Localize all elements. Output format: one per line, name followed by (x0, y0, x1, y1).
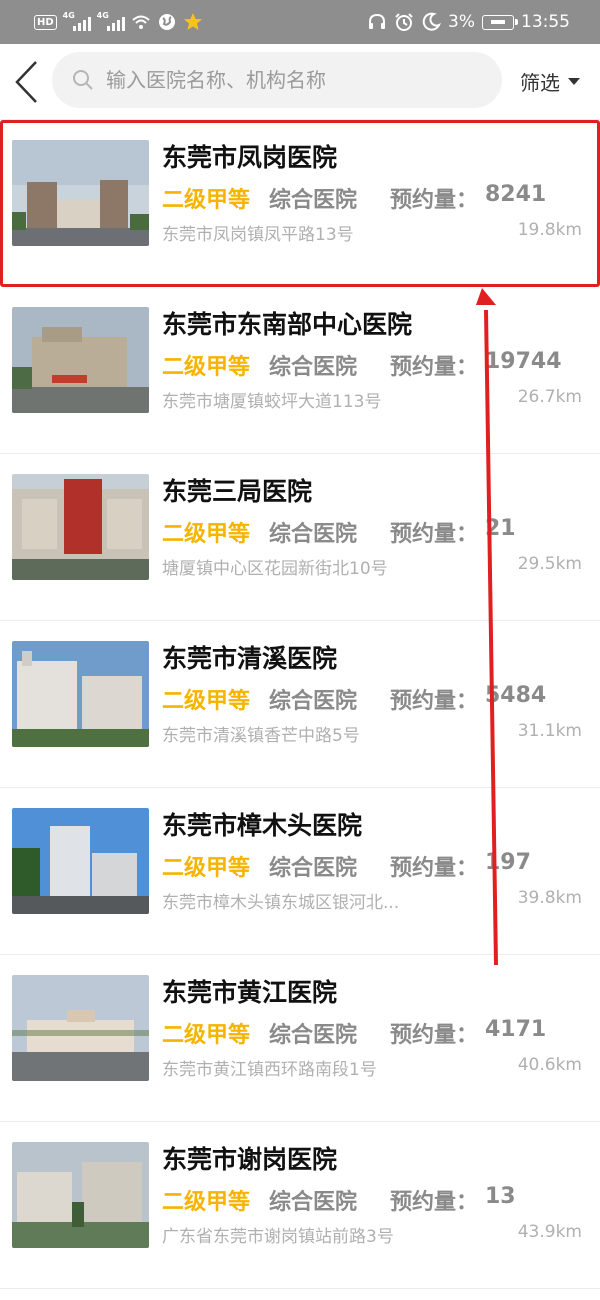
hospital-address: 广东省东莞市谢岗镇站前路3号 (162, 1227, 394, 1247)
network-type-label: 4G (62, 11, 75, 20)
hospital-grade: 二级甲等 (162, 188, 251, 213)
search-icon (73, 70, 93, 90)
hospital-distance: 43.9km (517, 1222, 582, 1242)
wifi-icon (132, 15, 150, 29)
appointment-volume: 21 (485, 516, 516, 541)
hospital-grade: 二级甲等 (162, 355, 251, 380)
hospital-grade: 二级甲等 (162, 689, 251, 714)
hospital-name: 东莞市谢岗医院 (162, 1145, 338, 1174)
star-icon (183, 13, 202, 30)
hospital-name: 东莞三局医院 (162, 477, 313, 506)
hospital-name: 东莞市东南部中心医院 (162, 310, 413, 339)
hospital-item[interactable]: 东莞市樟木头医院 二级甲等 综合医院 预约量： 197 东莞市樟木头镇东城区银河… (0, 788, 600, 955)
hospital-photo (12, 474, 149, 580)
appointment-volume-label: 预约量： (390, 355, 479, 380)
caret-down-icon (568, 77, 580, 85)
hospital-type: 综合医院 (269, 1023, 358, 1048)
chevron-left-icon[interactable] (12, 60, 42, 104)
hospital-grade: 二级甲等 (162, 856, 251, 881)
hospital-name: 东莞市凤岗医院 (162, 143, 338, 172)
hospital-photo (12, 808, 149, 914)
hd-badge: HD (34, 14, 57, 30)
appointment-volume-label: 预约量： (390, 522, 479, 547)
appointment-volume-label: 预约量： (390, 1190, 479, 1215)
search-input[interactable] (106, 60, 486, 100)
hospital-photo (12, 641, 149, 747)
hospital-item[interactable]: 东莞市东南部中心医院 二级甲等 综合医院 预约量： 19744 东莞市塘厦镇蛟坪… (0, 287, 600, 454)
hospital-address: 东莞市凤岗镇凤平路13号 (162, 225, 354, 245)
appointment-volume: 5484 (485, 683, 547, 708)
hospital-distance: 29.5km (517, 554, 582, 574)
hospital-distance: 31.1km (517, 721, 582, 741)
appointment-volume-label: 预约量： (390, 188, 479, 213)
hospital-address: 东莞市黄江镇西环路南段1号 (162, 1060, 377, 1080)
appointment-volume: 8241 (485, 182, 547, 207)
hospital-item[interactable]: 东莞三局医院 二级甲等 综合医院 预约量： 21 塘厦镇中心区花园新街北10号 … (0, 454, 600, 621)
hospital-type: 综合医院 (269, 689, 358, 714)
hospital-grade: 二级甲等 (162, 522, 251, 547)
hospital-name: 东莞市清溪医院 (162, 644, 338, 673)
hospital-grade: 二级甲等 (162, 1023, 251, 1048)
headset-icon (369, 13, 386, 29)
hospital-type: 综合医院 (269, 856, 358, 881)
appointment-volume-label: 预约量： (390, 1023, 479, 1048)
appointment-volume: 13 (485, 1184, 516, 1209)
hospital-distance: 26.7km (517, 387, 582, 407)
clock: 13:55 (521, 12, 570, 32)
status-bar-left: HD 4G 4G (34, 11, 203, 33)
battery-icon (482, 14, 518, 30)
battery-percent: 3% (448, 12, 475, 32)
hospital-address: 东莞市樟木头镇东城区银河北... (162, 893, 400, 913)
filter-button[interactable]: 筛选 (520, 66, 580, 96)
hospital-address: 东莞市清溪镇香芒中路5号 (162, 726, 360, 746)
globe-icon (158, 14, 175, 30)
hospital-distance: 40.6km (517, 1055, 582, 1075)
hospital-photo (12, 140, 149, 246)
hospital-type: 综合医院 (269, 522, 358, 547)
appointment-volume: 19744 (485, 349, 562, 374)
hospital-name: 东莞市樟木头医院 (162, 811, 363, 840)
hospital-item[interactable]: 东莞市黄江医院 二级甲等 综合医院 预约量： 4171 东莞市黄江镇西环路南段1… (0, 955, 600, 1122)
hospital-address: 塘厦镇中心区花园新街北10号 (162, 559, 388, 579)
hospital-distance: 39.8km (517, 888, 582, 908)
hospital-distance: 19.8km (517, 220, 582, 240)
appointment-volume-label: 预约量： (390, 689, 479, 714)
hospital-list: 东莞市凤岗医院 二级甲等 综合医院 预约量： 8241 东莞市凤岗镇凤平路13号… (0, 120, 600, 1289)
hospital-grade: 二级甲等 (162, 1190, 251, 1215)
moon-icon (422, 12, 442, 31)
filter-label: 筛选 (520, 70, 560, 95)
signal-icon: 4G (96, 11, 125, 31)
hospital-photo (12, 975, 149, 1081)
status-bar-right: 3% 13:55 (367, 11, 570, 33)
hospital-photo (12, 307, 149, 413)
hospital-item[interactable]: 东莞市谢岗医院 二级甲等 综合医院 预约量： 13 广东省东莞市谢岗镇站前路3号… (0, 1122, 600, 1289)
hospital-type: 综合医院 (269, 355, 358, 380)
search-box[interactable] (52, 52, 502, 108)
hospital-type: 综合医院 (269, 1190, 358, 1215)
header: 筛选 (0, 44, 600, 120)
hospital-photo (12, 1142, 149, 1248)
signal-icon: 4G (62, 11, 91, 31)
network-type-label: 4G (96, 11, 109, 20)
appointment-volume: 4171 (485, 1017, 547, 1042)
appointment-volume-label: 预约量： (390, 856, 479, 881)
appointment-volume: 197 (485, 850, 531, 875)
status-bar: HD 4G 4G 3% 13:55 (0, 0, 600, 44)
alarm-icon (395, 13, 413, 31)
hospital-name: 东莞市黄江医院 (162, 978, 338, 1007)
hospital-item[interactable]: 东莞市清溪医院 二级甲等 综合医院 预约量： 5484 东莞市清溪镇香芒中路5号… (0, 621, 600, 788)
hospital-address: 东莞市塘厦镇蛟坪大道113号 (162, 392, 382, 412)
hospital-item[interactable]: 东莞市凤岗医院 二级甲等 综合医院 预约量： 8241 东莞市凤岗镇凤平路13号… (0, 120, 600, 287)
hospital-type: 综合医院 (269, 188, 358, 213)
